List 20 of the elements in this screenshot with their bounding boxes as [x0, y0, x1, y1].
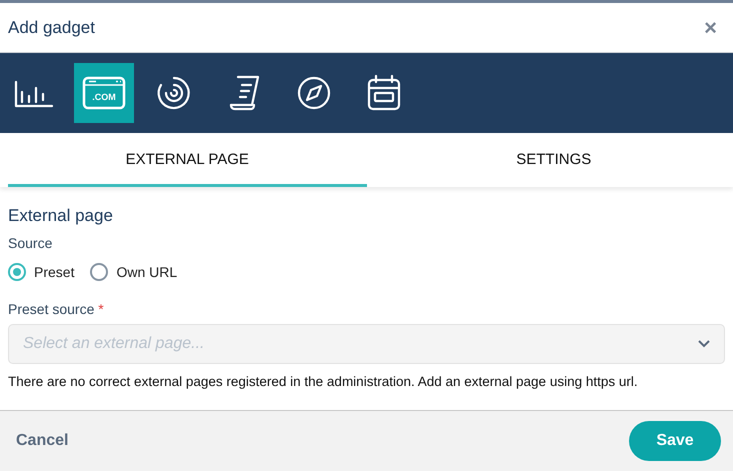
section-title: External page — [8, 205, 114, 227]
tab[interactable]: EXTERNAL PAGE — [8, 133, 366, 187]
target-icon — [156, 75, 192, 111]
gadget-type-button[interactable]: .COM — [74, 63, 134, 123]
help-text: There are no correct external pages registered in the administration. Add an external page using https url. — [8, 372, 639, 391]
tab[interactable]: SETTINGS — [374, 133, 733, 187]
browser-icon: .COM — [82, 76, 126, 110]
dialog-title: Add gadget — [8, 16, 95, 39]
required-mark: * — [98, 300, 104, 316]
chevron-down-icon — [698, 340, 710, 348]
radio-option[interactable]: Own URL — [90, 262, 178, 282]
calendar-icon — [366, 74, 402, 112]
compass-icon — [296, 75, 332, 111]
save-button[interactable]: Save — [629, 421, 721, 461]
cancel-button[interactable]: Cancel — [8, 423, 76, 459]
field-label: Preset source — [8, 300, 94, 316]
field-label: Source — [8, 234, 54, 252]
radio-option[interactable]: Preset — [8, 262, 74, 282]
bar-chart-icon — [14, 78, 54, 108]
close-button[interactable]: × — [704, 16, 717, 38]
